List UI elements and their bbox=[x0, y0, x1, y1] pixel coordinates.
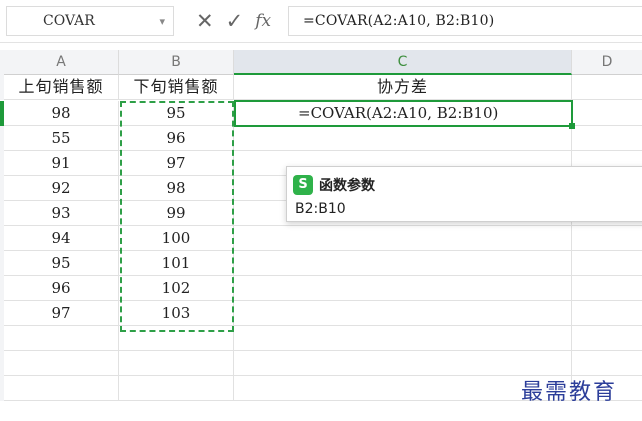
cell-b[interactable]: 96 bbox=[119, 126, 234, 151]
cell-a[interactable]: 94 bbox=[4, 226, 119, 251]
cell-b[interactable]: 95 bbox=[119, 101, 234, 126]
wps-logo-icon: S bbox=[293, 175, 313, 195]
chevron-down-icon[interactable]: ▾ bbox=[159, 15, 165, 28]
table-row bbox=[0, 326, 642, 351]
header-cell-a[interactable]: 上旬销售额 bbox=[4, 75, 119, 100]
watermark: 最需教育 bbox=[521, 380, 618, 405]
table-row bbox=[0, 351, 642, 376]
cell-b[interactable]: 99 bbox=[119, 201, 234, 226]
cell-b[interactable]: 101 bbox=[119, 251, 234, 276]
cell-a[interactable]: 93 bbox=[4, 201, 119, 226]
cell-c[interactable] bbox=[234, 251, 572, 276]
cell-c[interactable] bbox=[234, 301, 572, 326]
cell-b[interactable]: 98 bbox=[119, 176, 234, 201]
cell-a[interactable] bbox=[4, 326, 119, 351]
cell-b[interactable] bbox=[119, 351, 234, 376]
table-row: 98 95 =COVAR(A2:A10, B2:B10) bbox=[0, 101, 642, 126]
cell-b[interactable] bbox=[119, 376, 234, 401]
insert-function-icon[interactable]: fx bbox=[255, 12, 271, 30]
cell-a[interactable]: 95 bbox=[4, 251, 119, 276]
column-header-a[interactable]: A bbox=[4, 50, 119, 75]
cell-a[interactable]: 92 bbox=[4, 176, 119, 201]
cell-d[interactable] bbox=[572, 301, 642, 326]
formula-bar: COVAR ▾ ✕ ✓ fx =COVAR(A2:A10, B2:B10) bbox=[0, 0, 642, 43]
header-cell-c[interactable]: 协方差 bbox=[234, 75, 572, 100]
cell-a[interactable]: 91 bbox=[4, 151, 119, 176]
cell-d[interactable] bbox=[572, 326, 642, 351]
cell-b[interactable]: 102 bbox=[119, 276, 234, 301]
column-header-c[interactable]: C bbox=[234, 50, 572, 75]
cell-a[interactable]: 97 bbox=[4, 301, 119, 326]
table-row: 95 101 bbox=[0, 251, 642, 276]
formula-actions: ✕ ✓ fx bbox=[196, 4, 271, 38]
cell-a[interactable]: 98 bbox=[4, 101, 119, 126]
function-args-tooltip[interactable]: S 函数参数 B2:B10 bbox=[286, 166, 642, 222]
name-box-text: COVAR bbox=[43, 13, 95, 29]
table-row: 97 103 bbox=[0, 301, 642, 326]
cell-a[interactable] bbox=[4, 351, 119, 376]
fill-handle[interactable] bbox=[569, 123, 575, 129]
cell-b[interactable]: 97 bbox=[119, 151, 234, 176]
tooltip-argument: B2:B10 bbox=[295, 201, 346, 217]
cell-d[interactable] bbox=[572, 101, 642, 126]
cell-a[interactable]: 96 bbox=[4, 276, 119, 301]
cell-c[interactable] bbox=[234, 226, 572, 251]
name-box[interactable]: COVAR ▾ bbox=[6, 6, 174, 36]
cell-a[interactable]: 55 bbox=[4, 126, 119, 151]
cell-c[interactable] bbox=[234, 351, 572, 376]
active-cell-c[interactable]: =COVAR(A2:A10, B2:B10) bbox=[234, 101, 572, 126]
cell-a[interactable] bbox=[4, 376, 119, 401]
cell-b[interactable] bbox=[119, 326, 234, 351]
header-cell-b[interactable]: 下旬销售额 bbox=[119, 75, 234, 100]
column-header-b[interactable]: B bbox=[119, 50, 234, 75]
cell-b[interactable]: 100 bbox=[119, 226, 234, 251]
table-row: 94 100 bbox=[0, 226, 642, 251]
cell-d[interactable] bbox=[572, 351, 642, 376]
cell-d[interactable] bbox=[572, 251, 642, 276]
cell-d[interactable] bbox=[572, 126, 642, 151]
column-header-d[interactable]: D bbox=[572, 50, 642, 75]
cancel-icon[interactable]: ✕ bbox=[196, 10, 214, 32]
cell-c[interactable] bbox=[234, 126, 572, 151]
cell-d[interactable] bbox=[572, 276, 642, 301]
cell-b[interactable]: 103 bbox=[119, 301, 234, 326]
cell-d[interactable] bbox=[572, 226, 642, 251]
tooltip-title: 函数参数 bbox=[319, 178, 375, 194]
confirm-icon[interactable]: ✓ bbox=[226, 10, 244, 32]
header-cell-d[interactable] bbox=[572, 75, 642, 100]
cell-c[interactable] bbox=[234, 326, 572, 351]
formula-text: =COVAR(A2:A10, B2:B10) bbox=[303, 13, 495, 29]
table-header-row: 上旬销售额 下旬销售额 协方差 bbox=[0, 75, 642, 100]
table-row: 55 96 bbox=[0, 126, 642, 151]
formula-input[interactable]: =COVAR(A2:A10, B2:B10) bbox=[288, 6, 642, 36]
cell-c[interactable] bbox=[234, 276, 572, 301]
table-row: 96 102 bbox=[0, 276, 642, 301]
